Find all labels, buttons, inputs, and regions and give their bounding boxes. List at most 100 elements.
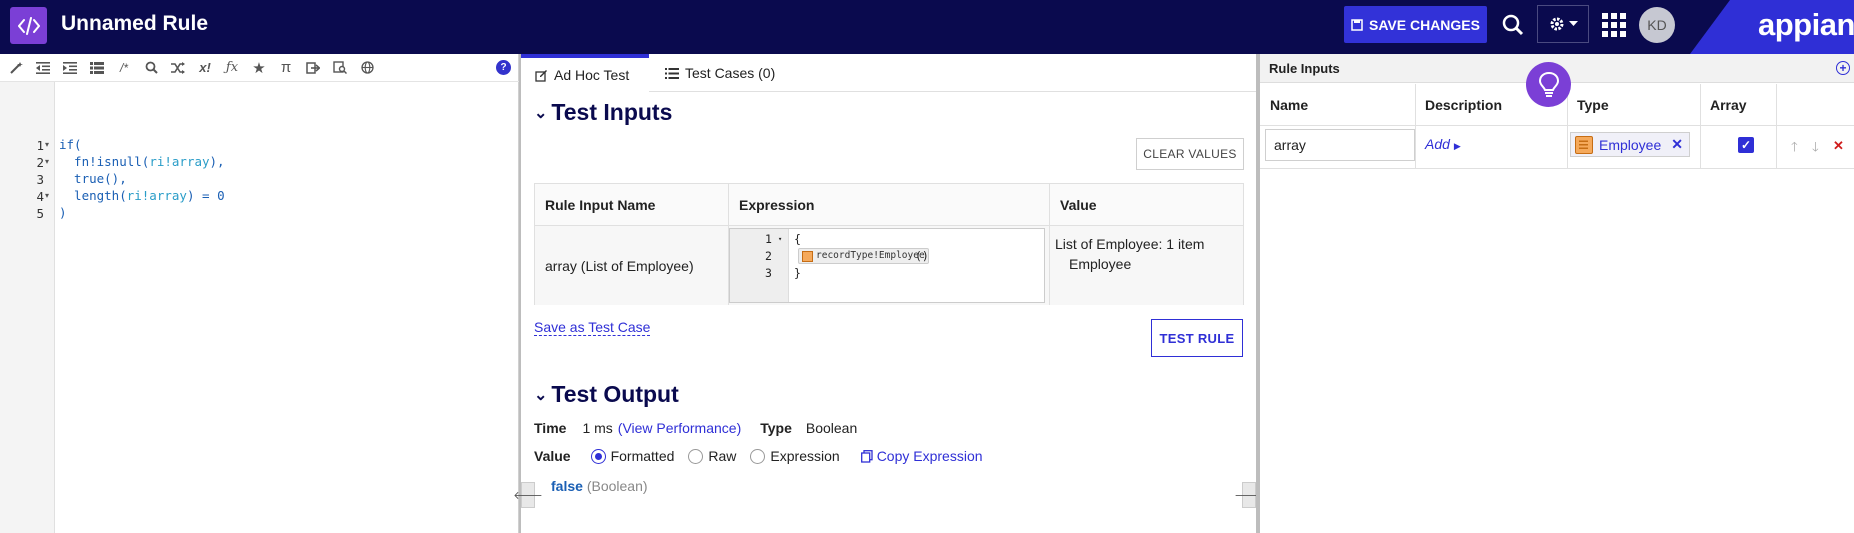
code-line[interactable]: ) — [59, 204, 67, 221]
array-checkbox[interactable]: ✓ — [1738, 137, 1754, 153]
add-description-label: Add — [1425, 136, 1450, 152]
column-divider — [1415, 84, 1416, 168]
user-avatar[interactable]: KD — [1639, 7, 1675, 43]
add-rule-input-icon[interactable]: + — [1836, 61, 1850, 75]
test-inputs-table: Rule Input Name Expression Value array (… — [534, 183, 1244, 305]
copy-expression-link[interactable]: Copy Expression — [860, 448, 983, 464]
code-token: ), — [209, 154, 225, 169]
format-icon[interactable] — [87, 58, 107, 78]
column-divider — [1776, 84, 1777, 168]
x-bang-icon[interactable]: x! — [195, 58, 215, 78]
fold-caret-icon[interactable]: ▾ — [778, 232, 782, 247]
line-number: 1 — [36, 138, 44, 153]
find-records-icon[interactable] — [330, 58, 350, 78]
help-icon[interactable]: ? — [496, 60, 511, 75]
code-line[interactable]: if( — [59, 136, 82, 153]
settings-menu-button[interactable] — [1537, 5, 1589, 43]
code-token: ) = — [186, 188, 218, 203]
appian-logo: appian — [1690, 0, 1854, 54]
column-header: Type — [1567, 84, 1700, 126]
record-type-icon — [1575, 135, 1593, 154]
editor-toolbar: /* x! ƒx ★ π ? — [0, 54, 519, 82]
search-icon[interactable] — [141, 58, 161, 78]
line-number: 5 — [36, 206, 44, 221]
tab-test-cases[interactable]: Test Cases (0) — [665, 54, 775, 92]
view-performance-link[interactable]: (View Performance) — [618, 420, 741, 436]
magic-wand-icon[interactable] — [6, 58, 26, 78]
expression-input[interactable]: 1 ▾ 2 3 { recordType!Employee () } — [729, 228, 1045, 303]
outdent-icon[interactable] — [33, 58, 53, 78]
expand-right-arrow-icon[interactable]: 🡒 — [1234, 482, 1264, 508]
column-header: Name — [1260, 84, 1415, 126]
save-as-test-case-link[interactable]: Save as Test Case — [534, 319, 651, 336]
caret-right-icon: ▶ — [1453, 141, 1461, 151]
expression-editor[interactable]: /* x! ƒx ★ π ? 1 2 3 4 5 if(▾ fn!isnull(… — [0, 54, 519, 533]
move-down-arrow-icon[interactable]: 🡓 — [1812, 138, 1819, 160]
export-icon[interactable] — [303, 58, 323, 78]
expression-line: () — [915, 249, 929, 263]
remove-type-icon[interactable]: ✕ — [1671, 136, 1683, 153]
line-number: 3 — [765, 266, 772, 280]
code-line[interactable]: length(ri!array) = 0 — [59, 187, 225, 204]
radio-selected-icon — [590, 448, 606, 464]
rule-input-name-field[interactable]: array — [1265, 129, 1415, 161]
value-summary: List of Employee: 1 item — [1055, 236, 1205, 252]
test-inputs-section-toggle[interactable]: ⌄ Test Inputs — [534, 99, 672, 126]
fold-caret-icon[interactable]: ▾ — [45, 187, 49, 204]
save-changes-button[interactable]: SAVE CHANGES — [1344, 6, 1487, 43]
code-line[interactable]: fn!isnull(ri!array), — [59, 153, 225, 170]
app-launcher-icon[interactable] — [1601, 12, 1627, 38]
rule-title: Unnamed Rule — [61, 12, 209, 35]
fold-caret-icon[interactable]: ▾ — [45, 153, 49, 170]
pi-icon[interactable]: π — [276, 58, 296, 78]
move-up-arrow-icon[interactable]: 🡑 — [1791, 138, 1798, 160]
test-inputs-heading: Test Inputs — [551, 99, 673, 125]
expression-line: } — [794, 266, 801, 280]
add-description-link[interactable]: Add ▶ — [1425, 136, 1461, 152]
save-changes-label: SAVE CHANGES — [1369, 16, 1480, 33]
record-type-icon — [802, 251, 813, 262]
test-rule-button[interactable]: TEST RULE — [1151, 319, 1243, 357]
radio-expression[interactable]: Expression — [750, 448, 840, 464]
rule-inputs-heading: Rule Inputs — [1269, 60, 1340, 76]
chevron-down-icon: ⌄ — [534, 104, 548, 122]
edit-icon — [535, 69, 547, 82]
code-token: ri!array — [126, 188, 187, 203]
shuffle-icon[interactable] — [168, 58, 188, 78]
row-divider — [1260, 168, 1854, 169]
tab-ad-hoc-test[interactable]: Ad Hoc Test — [521, 54, 649, 92]
save-icon — [1351, 18, 1363, 31]
column-divider — [1049, 184, 1050, 305]
type-picker[interactable]: Employee ✕ — [1570, 132, 1690, 157]
code-line[interactable]: true(), — [59, 170, 127, 187]
app-root: Unnamed Rule SAVE CHANGES KD appian /* x… — [0, 0, 1854, 533]
radio-label: Expression — [770, 448, 840, 464]
comment-icon[interactable]: /* — [114, 58, 134, 78]
column-header: Rule Input Name — [535, 184, 729, 226]
indent-icon[interactable] — [60, 58, 80, 78]
fx-icon[interactable]: ƒx — [222, 58, 242, 78]
test-output-section-toggle[interactable]: ⌄ Test Output — [534, 381, 679, 408]
copy-icon — [860, 449, 873, 463]
line-number: 2 — [36, 155, 44, 170]
value-label: Value — [534, 448, 571, 464]
star-icon[interactable]: ★ — [249, 58, 269, 78]
record-type-token-label: recordType!Employee — [816, 250, 925, 261]
type-value: Boolean — [805, 420, 858, 436]
rule-input-name-cell: array (List of Employee) — [535, 226, 729, 305]
radio-label: Formatted — [610, 448, 675, 464]
code-token: ) — [59, 205, 67, 220]
radio-raw[interactable]: Raw — [688, 448, 736, 464]
code-token: ri!array — [149, 154, 210, 169]
lightbulb-icon[interactable] — [1526, 62, 1571, 107]
value-text: List of Employee: 1 item Employee — [1055, 234, 1204, 274]
collapse-left-arrow-icon[interactable]: 🡐 — [513, 482, 543, 508]
test-tabs: Ad Hoc Test Test Cases (0) — [521, 54, 1256, 92]
delete-input-icon[interactable]: ✕ — [1833, 138, 1844, 154]
fold-caret-icon[interactable]: ▾ — [45, 136, 49, 153]
radio-formatted[interactable]: Formatted — [590, 448, 675, 464]
tab-label: Ad Hoc Test — [554, 67, 630, 83]
globe-icon[interactable] — [357, 58, 377, 78]
search-icon[interactable] — [1498, 10, 1528, 40]
clear-values-button[interactable]: CLEAR VALUES — [1136, 138, 1244, 170]
